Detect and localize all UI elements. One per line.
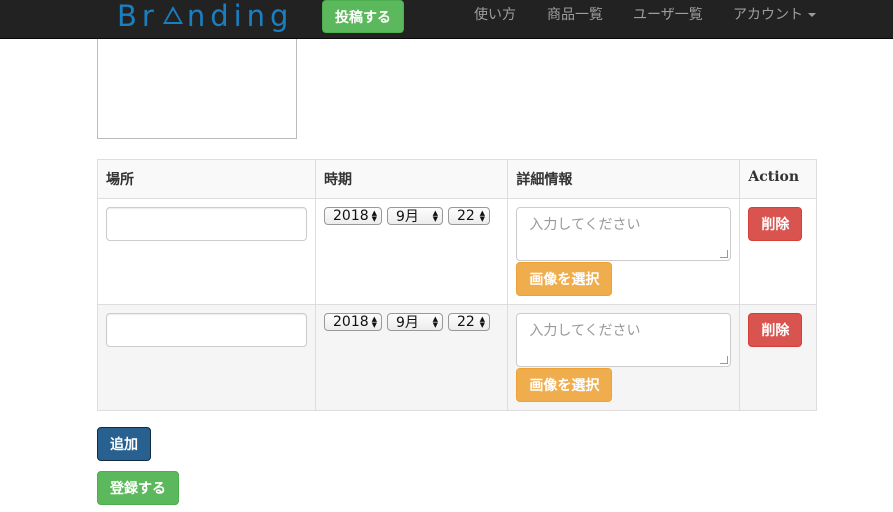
select-image-button[interactable]: 画像を選択 [516,262,613,296]
year-select[interactable]: 2018 ▲ ▼ [324,313,382,331]
detail-placeholder: 入力してください [529,217,641,233]
select-image-button[interactable]: 画像を選択 [516,368,613,402]
resize-grip-icon[interactable] [720,250,729,258]
table-row: 2018 ▲ ▼ 9月 ▲ ▼ 22 ▲ ▼ 入力してください 画像を選択 削除 [97,304,817,411]
up-down-arrows-icon: ▲ ▼ [432,315,438,329]
place-input[interactable] [106,207,307,241]
year-value: 2018 [333,208,369,224]
day-value: 22 [457,208,475,224]
navbar: Br nding 投稿する 使い方 商品一覧 ユーザ一覧 アカウント [0,0,893,39]
submit-button[interactable]: 登録する [97,471,179,505]
table-row: 2018 ▲ ▼ 9月 ▲ ▼ 22 ▲ ▼ 入力してください 画像を選択 削除 [97,198,817,305]
up-down-arrows-icon: ▲ ▼ [479,315,485,329]
month-value: 9月 [396,209,419,225]
up-down-arrows-icon: ▲ ▼ [432,209,438,223]
month-select[interactable]: 9月 ▲ ▼ [387,313,443,331]
entries-table: 場所 時期 詳細情報 Action 2018 ▲ ▼ 9月 ▲ ▼ 22 ▲ ▼ 入力してく… [97,159,817,411]
up-down-arrows-icon: ▲ ▼ [371,315,377,329]
month-value: 9月 [396,315,419,331]
header-period: 時期 [314,159,509,199]
resize-grip-icon[interactable] [720,356,729,364]
nav-link-how-to[interactable]: 使い方 [474,4,516,24]
day-value: 22 [457,314,475,330]
nav-account-label: アカウント [733,7,803,23]
delete-button[interactable]: 削除 [748,313,803,347]
header-action: Action [739,159,817,199]
up-down-arrows-icon: ▲ ▼ [371,209,377,223]
post-button[interactable]: 投稿する [322,0,404,33]
header-detail: 詳細情報 [507,159,741,199]
detail-textarea[interactable]: 入力してください [516,207,732,261]
nav-link-users[interactable]: ユーザ一覧 [633,4,703,24]
day-select[interactable]: 22 ▲ ▼ [448,313,490,331]
brand-text-end: nding [186,0,294,33]
place-input[interactable] [106,313,307,347]
caret-down-icon [808,13,816,17]
delete-button[interactable]: 削除 [748,207,803,241]
nav-link-products[interactable]: 商品一覧 [547,4,603,24]
brand-logo[interactable]: Br nding [117,0,293,33]
brand-text-start: Br [117,0,159,33]
nav-account-dropdown[interactable]: アカウント [733,4,816,24]
image-preview [97,39,297,139]
year-value: 2018 [333,314,369,330]
year-select[interactable]: 2018 ▲ ▼ [324,207,382,225]
header-place: 場所 [97,159,316,199]
add-row-button[interactable]: 追加 [97,427,151,461]
month-select[interactable]: 9月 ▲ ▼ [387,207,443,225]
day-select[interactable]: 22 ▲ ▼ [448,207,490,225]
up-down-arrows-icon: ▲ ▼ [479,209,485,223]
brand-triangle-icon [162,6,183,24]
detail-placeholder: 入力してください [529,323,641,339]
detail-textarea[interactable]: 入力してください [516,313,732,367]
